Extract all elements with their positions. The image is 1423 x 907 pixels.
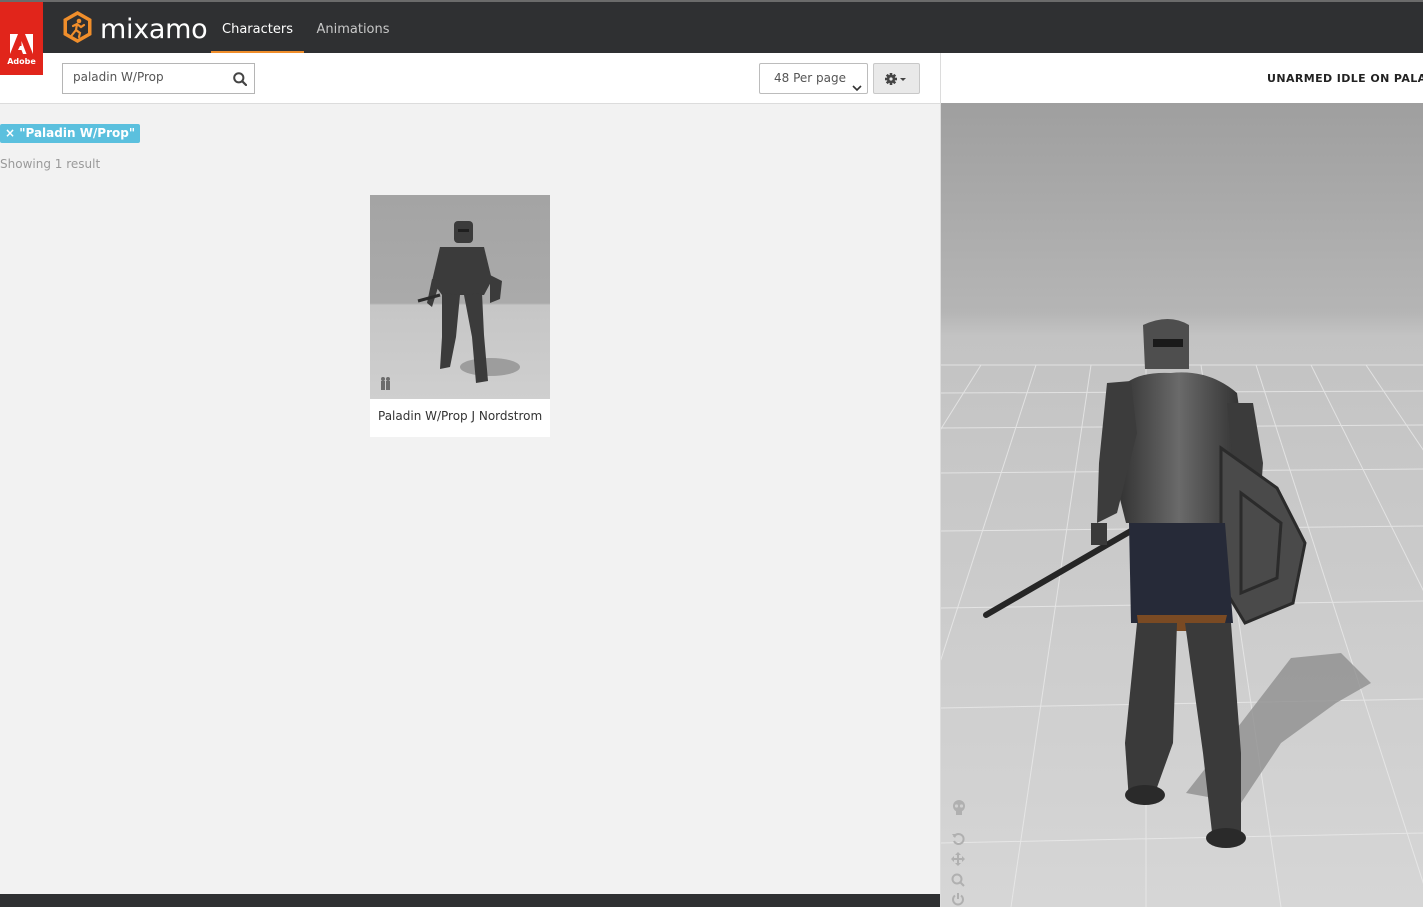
character-card[interactable]: Paladin W/Prop J Nordstrom (370, 195, 550, 437)
adobe-a-icon (10, 34, 33, 54)
zoom-icon[interactable] (951, 872, 965, 891)
adobe-logo[interactable]: Adobe (0, 2, 43, 75)
tab-characters[interactable]: Characters (211, 4, 304, 55)
tab-animations[interactable]: Animations (312, 4, 394, 55)
reset-icon[interactable] (951, 831, 965, 850)
preview-panel: UNARMED IDLE ON PALADI (940, 53, 1423, 907)
tab-label: Animations (316, 22, 390, 37)
browser-toolbar: 48 Per page (0, 53, 940, 104)
character-browser: 48 Per page (0, 53, 940, 894)
adobe-label: Adobe (7, 57, 36, 66)
tab-label: Characters (222, 22, 293, 37)
result-count: Showing 1 result (0, 157, 101, 171)
active-filter-chip[interactable]: × "Paladin W/Prop" (0, 124, 141, 143)
gear-icon (885, 73, 906, 85)
mixamo-logo-icon (62, 10, 93, 48)
character-card-title: Paladin W/Prop J Nordstrom (378, 409, 543, 423)
character-thumbnail (370, 195, 550, 399)
per-page-select[interactable]: 48 Per page (759, 63, 868, 94)
mixamo-brand[interactable]: mixamo (62, 10, 208, 48)
viewport-scene (941, 103, 1423, 907)
search-field[interactable] (62, 63, 255, 94)
chevron-down-icon (852, 74, 862, 103)
move-icon[interactable] (951, 851, 965, 870)
search-input[interactable] (73, 70, 223, 84)
skeleton-icon[interactable] (951, 799, 967, 821)
search-icon[interactable] (233, 71, 248, 90)
3d-viewport[interactable] (941, 103, 1423, 907)
settings-dropdown-button[interactable] (873, 63, 920, 94)
top-navigation-bar: mixamo Characters Animations (0, 2, 1423, 55)
footer-bar (0, 894, 940, 907)
power-icon[interactable] (951, 891, 965, 907)
per-page-value: 48 Per page (774, 71, 846, 85)
animation-title: UNARMED IDLE ON PALADI (1267, 72, 1423, 85)
mixamo-wordmark: mixamo (100, 13, 208, 45)
